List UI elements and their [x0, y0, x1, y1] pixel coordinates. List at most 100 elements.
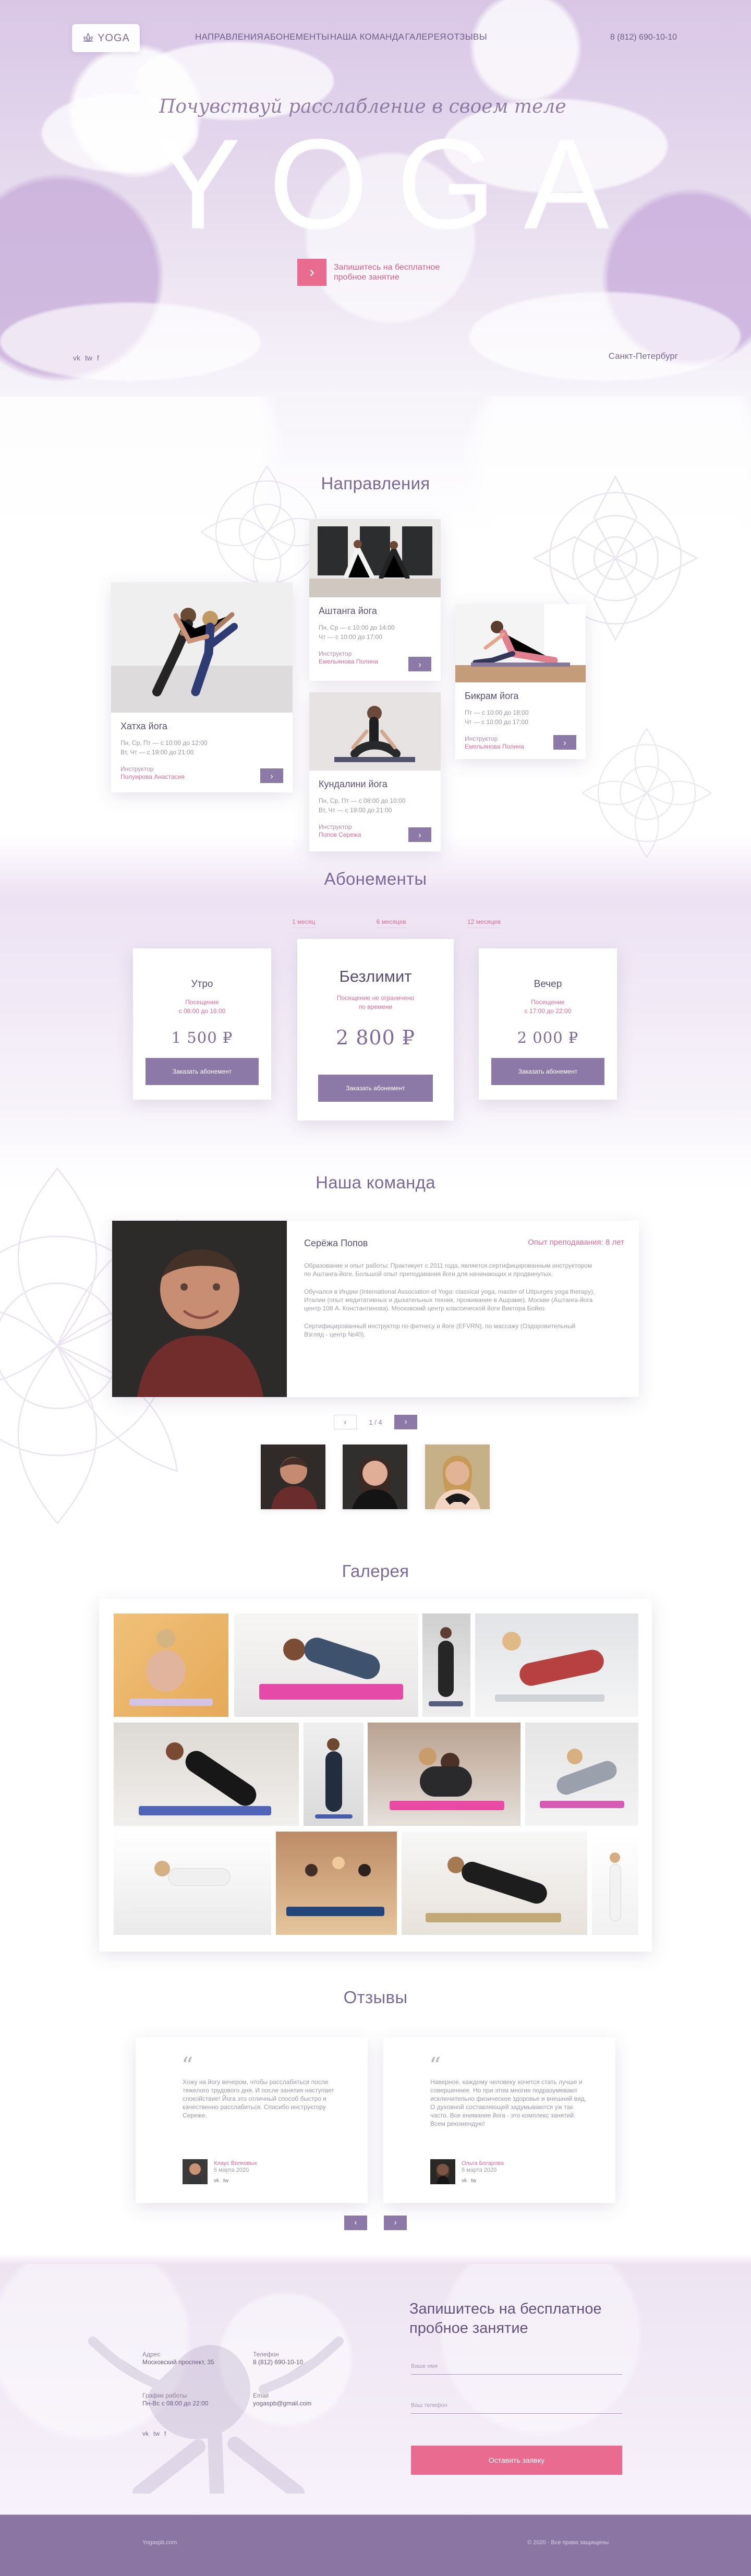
logo[interactable]: YOGA: [72, 24, 140, 52]
tab-1-month[interactable]: 1 месяц: [292, 918, 316, 928]
team-thumbnail[interactable]: [343, 1445, 407, 1509]
open-direction-button[interactable]: ›: [408, 827, 431, 842]
facebook-icon[interactable]: f: [164, 2430, 166, 2437]
open-direction-button[interactable]: ›: [408, 657, 431, 671]
gallery-photo[interactable]: [114, 1614, 228, 1717]
footer: Yogaspb.com © 2020 · Все права защищены: [0, 2515, 751, 2576]
twitter-icon[interactable]: tw: [153, 2430, 160, 2437]
previous-review-button[interactable]: ‹: [344, 2216, 367, 2230]
gallery-person-head: [419, 1748, 437, 1765]
review-date: 5 марта 2020: [462, 2167, 497, 2173]
email-value[interactable]: yogaspb@gmail.com: [253, 2399, 352, 2408]
footer-site-link[interactable]: Yogaspb.com: [142, 2539, 177, 2546]
gallery-mat: [259, 1684, 403, 1700]
next-review-button[interactable]: ›: [384, 2216, 407, 2230]
gallery-photo[interactable]: [368, 1723, 520, 1826]
gallery-mat: [540, 1801, 624, 1808]
gallery-person-head: [567, 1749, 583, 1764]
gallery-photo[interactable]: [276, 1832, 397, 1935]
gallery-photo[interactable]: [422, 1614, 470, 1717]
tab-12-months[interactable]: 12 месяцев: [467, 918, 501, 928]
gallery-mat: [129, 1699, 213, 1706]
gallery-person-head: [154, 1861, 170, 1876]
review-author: Клаус Волковых 5 марта 2020: [214, 2160, 257, 2174]
facebook-icon[interactable]: f: [97, 354, 99, 362]
gallery-photo[interactable]: [475, 1614, 638, 1717]
vk-icon[interactable]: vk: [73, 354, 80, 362]
gallery-person-head: [502, 1632, 521, 1651]
gallery-photo[interactable]: [402, 1832, 587, 1935]
reviews-pagination: ‹ ›: [344, 2216, 407, 2230]
hero-cta[interactable]: › Запишитесь на бесплатное пробное занят…: [297, 259, 485, 286]
ashtanga-yoga-photo: [309, 519, 441, 597]
hero-cloud: [0, 303, 261, 381]
open-direction-button[interactable]: ›: [260, 768, 283, 783]
review-date: 5 марта 2020: [214, 2167, 249, 2173]
hero-cta-arrow-button[interactable]: ›: [297, 259, 326, 286]
gallery-title: Галерея: [342, 1561, 409, 1581]
team-thumbnail[interactable]: [261, 1445, 325, 1509]
vk-icon[interactable]: vk: [462, 2178, 467, 2184]
price-title: Утро: [191, 979, 213, 990]
twitter-icon[interactable]: tw: [471, 2178, 476, 2184]
gallery-photo[interactable]: [114, 1723, 299, 1826]
team-thumbnail[interactable]: [425, 1445, 490, 1509]
chevron-right-icon: ›: [418, 659, 421, 669]
twitter-icon[interactable]: tw: [223, 2178, 228, 2184]
open-direction-button[interactable]: ›: [553, 735, 576, 750]
phone-input[interactable]: [411, 2397, 622, 2414]
gallery-photo[interactable]: [234, 1614, 418, 1717]
vk-icon[interactable]: vk: [214, 2178, 219, 2184]
submit-signup-button[interactable]: Оставить заявку: [411, 2446, 622, 2475]
gallery-photo[interactable]: [114, 1832, 271, 1935]
gallery-mat: [132, 1908, 250, 1914]
bikram-yoga-photo: [455, 604, 586, 682]
order-membership-button[interactable]: Заказать абонемент: [318, 1075, 433, 1102]
direction-card-hatha: Хатха йога Пн, Ср, Пт — с 10:00 до 12:00…: [111, 582, 293, 792]
direction-card-kundalini: Кундалини йога Пн, Ср, Пт — с 08:00 до 1…: [309, 692, 441, 851]
previous-team-member-button[interactable]: ‹: [334, 1415, 357, 1429]
reviews-title: Отзывы: [343, 1988, 408, 2007]
nav-memberships[interactable]: Абонементы: [264, 32, 329, 42]
order-membership-button[interactable]: Заказать абонемент: [146, 1058, 259, 1085]
yoga-studio-photo: [309, 519, 441, 597]
gallery-photo[interactable]: [592, 1832, 638, 1935]
hours-value: Пн-Вс с 08:00 до 22:00: [142, 2400, 209, 2407]
twitter-icon[interactable]: tw: [85, 354, 92, 362]
direction-title: Бикрам йога: [465, 691, 519, 701]
gallery-photo[interactable]: [525, 1723, 638, 1826]
nav-gallery[interactable]: Галерея: [405, 32, 446, 42]
nav-reviews[interactable]: Отзывы: [447, 32, 487, 42]
gallery-mat: [429, 1701, 463, 1706]
team-thumbnail-portrait: [343, 1445, 407, 1509]
vk-icon[interactable]: vk: [142, 2430, 149, 2437]
nav-team[interactable]: Наша команда: [330, 32, 404, 42]
name-input[interactable]: [411, 2358, 622, 2375]
chevron-right-icon: ›: [394, 2218, 397, 2227]
gallery-mat: [426, 1913, 561, 1922]
phone-value[interactable]: 8 (812) 690-10-10: [253, 2358, 352, 2366]
next-team-member-button[interactable]: ›: [394, 1415, 417, 1429]
nav-directions[interactable]: Направления: [195, 32, 263, 42]
price-card-evening: Вечер Посещение с 17:00 до 22:00 2 000 ₽…: [479, 948, 617, 1100]
hero-cta-text[interactable]: Запишитесь на бесплатное пробное занятие: [334, 262, 469, 282]
gallery-photo[interactable]: [304, 1723, 364, 1826]
reviewer-avatar: [430, 2159, 455, 2184]
price-details-line: Посещение: [185, 998, 219, 1006]
gallery-person-body: [301, 1634, 383, 1683]
direction-schedule-line: Пн, Ср, Пт — с 08:00 до 10:00: [319, 797, 406, 804]
reviewer-name: Клаус Волковых: [214, 2160, 257, 2166]
gallery-mat: [495, 1694, 604, 1702]
instructor-name[interactable]: Полуирова Анастасия: [120, 773, 235, 781]
contact-address: Адрес Московский проспект, 35: [142, 2351, 241, 2366]
gallery-grid: [99, 1599, 652, 1952]
order-membership-button[interactable]: Заказать абонемент: [491, 1058, 604, 1085]
mandala-decoration: [582, 728, 712, 858]
direction-schedule-line: Чт — с 10:00 до 17:00: [465, 718, 528, 726]
header-phone[interactable]: 8 (812) 690-10-10: [610, 33, 677, 42]
direction-title: Кундалини йога: [319, 779, 387, 789]
price-details-line: по времени: [358, 1003, 393, 1010]
price-card-unlimited: Безлимит Посещение не ограничено по врем…: [297, 939, 454, 1121]
address-label: Адрес: [142, 2351, 161, 2358]
tab-6-months[interactable]: 6 месяцев: [376, 918, 406, 928]
